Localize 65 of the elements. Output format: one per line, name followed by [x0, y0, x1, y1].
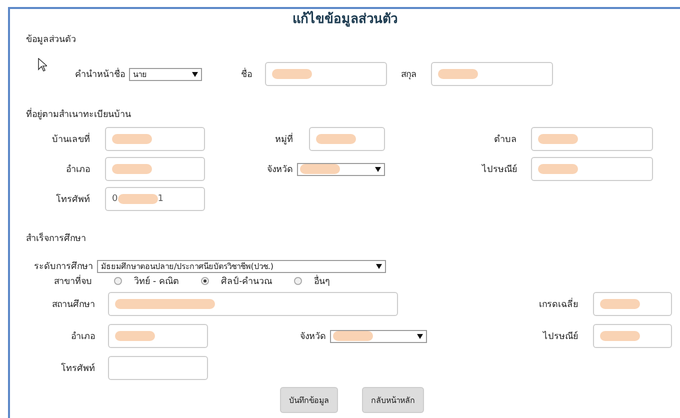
caret-icon — [375, 166, 381, 172]
input-field[interactable] — [265, 62, 387, 86]
field-label: บ้านเลขที่ — [10, 132, 90, 146]
input-field[interactable] — [431, 62, 553, 86]
field-label: หมู่ที่ — [205, 132, 293, 146]
input-field[interactable] — [309, 127, 385, 151]
redaction-mark — [118, 194, 158, 204]
field-label: จังหวัด — [299, 331, 326, 343]
dropdown[interactable]: มัธยมศึกษาตอนปลาย/ประกาศนียบัตรวิชาชีพ(ปวช.) — [97, 260, 386, 272]
redaction-mark — [600, 331, 640, 341]
redaction-mark — [600, 299, 640, 309]
field-label: จังหวัด — [266, 164, 293, 176]
action-button[interactable]: กลับหน้าหลัก — [362, 387, 424, 413]
field-label: ระดับการศึกษา — [33, 260, 93, 273]
field-label: สกุล — [400, 69, 417, 81]
caret-icon — [376, 264, 382, 268]
field-label: ไปรษณีย์ — [480, 163, 517, 176]
cursor-icon — [38, 58, 47, 72]
field-label: ชื่อ — [202, 67, 252, 81]
redaction-mark — [438, 69, 478, 79]
input-field[interactable] — [108, 292, 398, 316]
caret-icon — [192, 72, 198, 76]
field-label: เกรดเฉลี่ย — [398, 297, 578, 311]
section-heading: ที่อยู่ตามสำเนาทะเบียนบ้าน — [26, 108, 680, 122]
radio-label: อื่นๆ — [314, 274, 330, 288]
radio-button[interactable] — [114, 277, 122, 285]
field-label: อำเภอ — [70, 330, 95, 343]
section-heading: สำเร็จการศึกษา — [26, 232, 87, 246]
input-field[interactable] — [593, 292, 672, 316]
caret-icon — [417, 334, 423, 338]
input-field[interactable] — [531, 127, 653, 151]
redaction-mark — [333, 331, 373, 341]
input-field[interactable] — [108, 356, 208, 380]
input-field[interactable]: 0 1 — [105, 187, 205, 211]
redaction-mark — [538, 164, 578, 174]
redaction-mark — [115, 331, 155, 341]
field-label: สถานศึกษา — [51, 298, 95, 311]
redaction-mark — [112, 164, 152, 174]
action-button[interactable]: บันทึกข้อมูล — [280, 387, 338, 413]
redaction-mark — [300, 164, 340, 174]
radio-label: วิทย์ - คณิต — [134, 275, 179, 288]
input-field[interactable] — [593, 324, 672, 348]
input-field[interactable] — [105, 127, 205, 151]
field-label: ไปรษณีย์ — [542, 330, 578, 343]
input-field[interactable] — [105, 157, 205, 181]
redaction-mark — [316, 134, 356, 144]
dropdown[interactable]: นาย — [129, 68, 202, 80]
field-label: โทรศัพท์ — [55, 192, 90, 206]
radio-button[interactable] — [294, 277, 302, 285]
section-heading: ข้อมูลส่วนตัว — [26, 34, 77, 47]
dropdown[interactable] — [330, 330, 427, 342]
input-field[interactable] — [531, 157, 653, 181]
field-label: ตำบล — [493, 134, 517, 146]
field-label: คำนำหน้าชื่อ — [10, 67, 125, 81]
field-label: สาขาที่จบ — [10, 274, 92, 288]
redaction-mark — [112, 134, 152, 144]
radio-button[interactable] — [200, 277, 209, 285]
field-label: โทรศัพท์ — [60, 362, 95, 375]
redaction-mark — [538, 134, 578, 144]
page-title: แก้ไขข้อมูลส่วนตัว — [292, 10, 398, 29]
dropdown[interactable] — [297, 162, 385, 176]
radio-label: ศิลป์-คำนวณ — [220, 275, 272, 288]
input-field[interactable] — [108, 324, 208, 348]
redaction-mark — [272, 69, 312, 79]
field-label: อำเภอ — [65, 164, 90, 176]
